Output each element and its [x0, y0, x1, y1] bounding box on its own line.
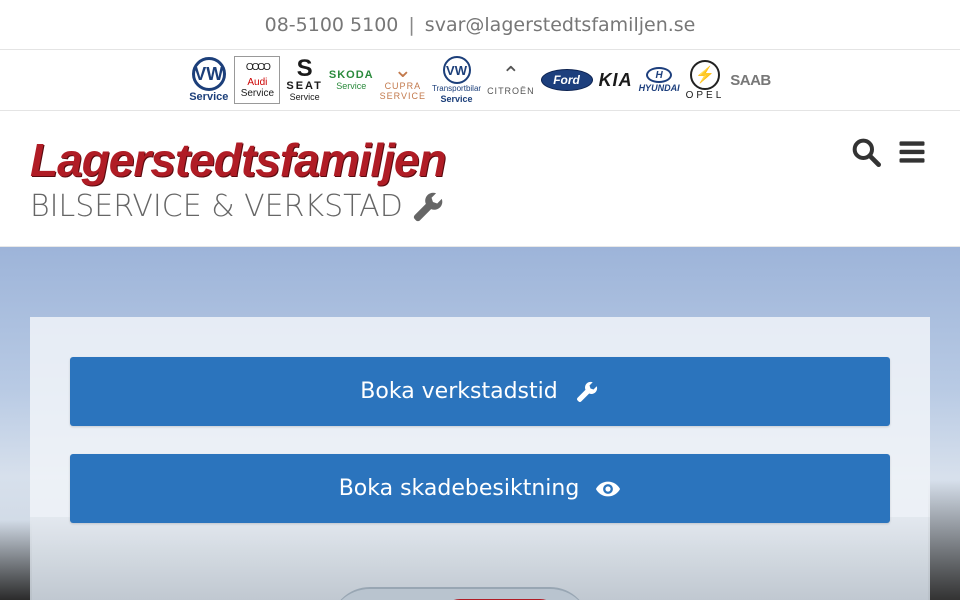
brand-opel[interactable]: ⚡ OPEL [685, 59, 725, 101]
contact-bar: 08-5100 5100 | svar@lagerstedtsfamiljen.… [0, 0, 960, 50]
saab-logo: SAAB [730, 71, 771, 89]
brand-logo-strip: VW Service OOOO Audi Service S SEAT Serv… [0, 50, 960, 111]
audi-rings-icon: OOOO [245, 61, 271, 73]
hyundai-logo-icon: H [646, 67, 673, 83]
eye-icon [595, 476, 621, 502]
hyundai-label: HYUNDAI [638, 83, 680, 93]
brand-saab[interactable]: SAAB [730, 72, 771, 89]
email-link[interactable]: svar@lagerstedtsfamiljen.se [425, 14, 696, 36]
hamburger-menu-icon[interactable] [895, 135, 929, 169]
vw-transport-service-label: Service [440, 94, 473, 104]
brand-audi-service[interactable]: OOOO Audi Service [234, 56, 281, 104]
brand-cupra-service[interactable]: ⌄ CUPRA SERVICE [379, 57, 426, 102]
hero-section: Boka verkstadstid Boka skadebesiktning [0, 247, 960, 600]
brand-skoda-service[interactable]: SKODA Service [329, 69, 374, 91]
audi-service-label: Service [240, 87, 275, 99]
brand-ford[interactable]: Ford [540, 69, 593, 91]
search-icon[interactable] [849, 135, 883, 169]
skoda-label: SKODA [328, 69, 374, 81]
contact-separator: | [408, 13, 415, 36]
brand-vw-transport-service[interactable]: VW Transportbilar Service [432, 56, 481, 104]
wrench-icon [574, 379, 600, 405]
site-header: Lagerstedtsfamiljen BILSERVICE & VERKSTA… [0, 111, 960, 247]
seat-label: SEAT [286, 80, 323, 92]
site-tagline: BILSERVICE & VERKSTAD [30, 189, 445, 224]
hero-background-trees-right [928, 480, 960, 600]
book-damage-inspection-button[interactable]: Boka skadebesiktning [70, 454, 890, 523]
opel-label: OPEL [685, 89, 725, 101]
brand-hyundai[interactable]: H HYUNDAI [639, 67, 680, 93]
cupra-service-label: SERVICE [379, 91, 426, 101]
book-workshop-label: Boka verkstadstid [360, 379, 558, 404]
citroen-logo-icon: ⌃ [501, 62, 521, 87]
book-damage-inspection-label: Boka skadebesiktning [338, 476, 580, 501]
tagline-text: BILSERVICE & VERKSTAD [30, 189, 403, 224]
booking-panel: Boka verkstadstid Boka skadebesiktning [30, 317, 930, 600]
audi-logo-box: OOOO Audi Service [234, 56, 281, 104]
phone-link[interactable]: 08-5100 5100 [265, 14, 399, 36]
citroen-label: CITROËN [487, 86, 535, 96]
ford-logo: Ford [540, 69, 593, 91]
vw-transport-label: Transportbilar [432, 84, 482, 93]
brand-seat-service[interactable]: S SEAT Service [286, 55, 323, 103]
site-logo[interactable]: Lagerstedtsfamiljen [30, 133, 447, 187]
seat-logo-icon: S [296, 55, 313, 82]
opel-logo-icon: ⚡ [689, 59, 720, 90]
hero-background-trees-left [0, 520, 32, 600]
audi-label: Audi [247, 76, 268, 88]
skoda-service-label: Service [336, 81, 367, 91]
wrench-icon [411, 190, 445, 224]
vw-logo-icon: VW [191, 57, 226, 91]
cupra-logo-icon: ⌄ [393, 57, 413, 82]
vw-service-label: Service [189, 91, 229, 103]
brand-vw-service[interactable]: VW Service [189, 57, 228, 103]
book-workshop-button[interactable]: Boka verkstadstid [70, 357, 890, 426]
brand-citroen[interactable]: ⌃ CITROËN [487, 62, 535, 97]
seat-service-label: Service [289, 92, 320, 102]
vw-transport-logo-icon: VW [442, 56, 471, 84]
cupra-label: CUPRA [384, 81, 422, 91]
kia-logo: KIA [598, 69, 633, 90]
brand-kia[interactable]: KIA [599, 70, 633, 91]
